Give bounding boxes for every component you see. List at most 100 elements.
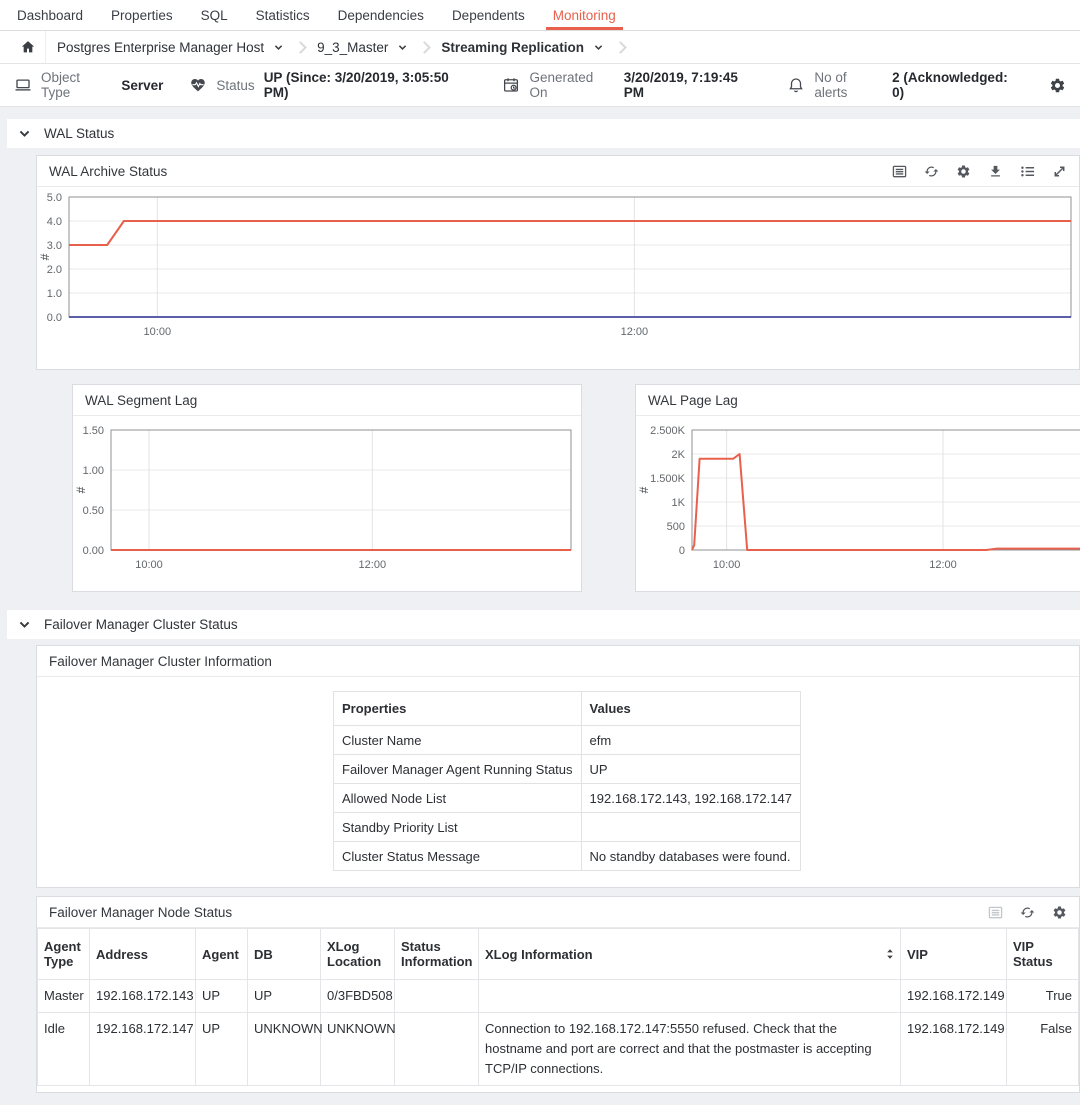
refresh-icon[interactable] [924,164,939,179]
breadcrumb-item-host[interactable]: Postgres Enterprise Manager Host [46,40,295,55]
property-cell: Failover Manager Agent Running Status [334,755,582,784]
panel-wal-segment-lag: WAL Segment Lag 0.000.501.001.5010:0012:… [72,384,582,592]
svg-text:3.0: 3.0 [47,240,62,252]
data-grid-icon[interactable] [892,164,907,179]
tab-sql[interactable]: SQL [194,0,235,30]
svg-text:4.0: 4.0 [47,216,62,228]
property-cell: Standby Priority List [334,813,582,842]
panel-header: Failover Manager Node Status [37,897,1079,928]
svg-text:0: 0 [679,545,685,557]
table-row: Cluster Name efm [334,726,801,755]
agent-type-cell: Idle [38,1013,90,1086]
settings-icon[interactable] [1049,77,1066,94]
column-header-agent-type[interactable]: Agent Type [38,929,90,980]
chevron-down-icon[interactable] [18,127,31,140]
panel-title: Failover Manager Cluster Information [49,654,272,669]
xlog-information-cell: Connection to 192.168.172.147:5550 refus… [479,1013,901,1086]
value-cell: 192.168.172.143, 192.168.172.147 [581,784,800,813]
panel-title: WAL Page Lag [648,393,738,408]
value-cell: UP [581,755,800,784]
svg-text:2K: 2K [672,449,686,461]
tab-monitoring[interactable]: Monitoring [546,0,623,30]
panel-toolbar [988,905,1067,920]
heartbeat-icon [189,76,207,94]
svg-text:1K: 1K [672,497,686,509]
column-header-xlog-information[interactable]: XLog Information [479,929,901,980]
value-cell: No standby databases were found. [581,842,800,871]
breadcrumb-separator-icon [614,41,627,54]
list-icon[interactable] [1020,164,1035,179]
bell-icon [787,76,805,94]
settings-icon[interactable] [1052,905,1067,920]
status-information-cell [395,1013,479,1086]
vip-cell: 192.168.172.149 [901,1013,1007,1086]
svg-text:12:00: 12:00 [621,326,649,338]
breadcrumb-item-server[interactable]: 9_3_Master [306,40,419,55]
column-header-status-information[interactable]: Status Information [395,929,479,980]
status-item: Status UP (Since: 3/20/2019, 3:05:50 PM) [189,70,476,100]
tab-properties[interactable]: Properties [104,0,180,30]
panel-node-status: Failover Manager Node Status Agent Type … [36,896,1080,1093]
status-value: UP (Since: 3/20/2019, 3:05:50 PM) [264,70,477,100]
svg-text:5.0: 5.0 [47,192,62,204]
svg-text:500: 500 [667,521,685,533]
xlog-location-cell: 0/3FBD508 [321,980,395,1013]
panel-toolbar [892,164,1067,179]
table-row: Allowed Node List 192.168.172.143, 192.1… [334,784,801,813]
column-header-address[interactable]: Address [90,929,196,980]
table-row-master: Master 192.168.172.143 UP UP 0/3FBD508 1… [38,980,1079,1013]
table-row: Standby Priority List [334,813,801,842]
expand-icon[interactable] [1052,164,1067,179]
tab-dashboard[interactable]: Dashboard [10,0,90,30]
svg-text:#: # [74,486,88,493]
home-icon[interactable] [10,31,46,63]
vip-status-cell: True [1007,980,1079,1013]
status-label: Status [216,78,254,93]
section-title: WAL Status [44,126,114,141]
caret-down-icon [397,42,408,53]
value-cell: efm [581,726,800,755]
section-failover-cluster-status[interactable]: Failover Manager Cluster Status [7,610,1080,639]
db-cell: UP [248,980,321,1013]
vip-status-cell: False [1007,1013,1079,1086]
panel-header: Failover Manager Cluster Information [37,646,1079,677]
settings-icon[interactable] [956,164,971,179]
column-header-agent[interactable]: Agent [196,929,248,980]
svg-text:1.500K: 1.500K [650,473,686,485]
svg-text:2.0: 2.0 [47,264,62,276]
xlog-information-cell [479,980,901,1013]
column-header-vip-status[interactable]: VIP Status [1007,929,1079,980]
refresh-icon[interactable] [1020,905,1035,920]
tab-statistics[interactable]: Statistics [249,0,317,30]
panel-wal-archive-status: WAL Archive Status 0.01.02.03.04.05.010:… [36,155,1080,370]
svg-text:10:00: 10:00 [713,559,741,571]
panel-title: Failover Manager Node Status [49,905,232,920]
data-grid-icon[interactable] [988,905,1003,920]
table-header-row: Properties Values [334,692,801,726]
tab-dependents[interactable]: Dependents [445,0,532,30]
column-header-xlog-location[interactable]: XLog Location [321,929,395,980]
status-information-cell [395,980,479,1013]
generated-on-label: Generated On [529,70,614,100]
download-icon[interactable] [988,164,1003,179]
column-header-db[interactable]: DB [248,929,321,980]
sort-icon[interactable] [886,948,894,960]
vip-cell: 192.168.172.149 [901,980,1007,1013]
section-wal-status[interactable]: WAL Status [7,119,1080,148]
svg-text:1.00: 1.00 [83,465,104,477]
section-title: Failover Manager Cluster Status [44,617,238,632]
generated-on-value: 3/20/2019, 7:19:45 PM [624,70,762,100]
breadcrumb-label: Streaming Replication [441,40,584,55]
column-header: Values [581,692,800,726]
object-type-value: Server [121,78,163,93]
address-cell: 192.168.172.147 [90,1013,196,1086]
tab-dependencies[interactable]: Dependencies [331,0,431,30]
svg-text:10:00: 10:00 [135,559,163,571]
property-cell: Cluster Status Message [334,842,582,871]
column-header-vip[interactable]: VIP [901,929,1007,980]
chevron-down-icon[interactable] [18,618,31,631]
breadcrumb-item-dashboard[interactable]: Streaming Replication [430,40,615,55]
column-header-label: XLog Information [485,947,593,962]
svg-text:1.50: 1.50 [83,425,104,437]
svg-text:10:00: 10:00 [144,326,172,338]
